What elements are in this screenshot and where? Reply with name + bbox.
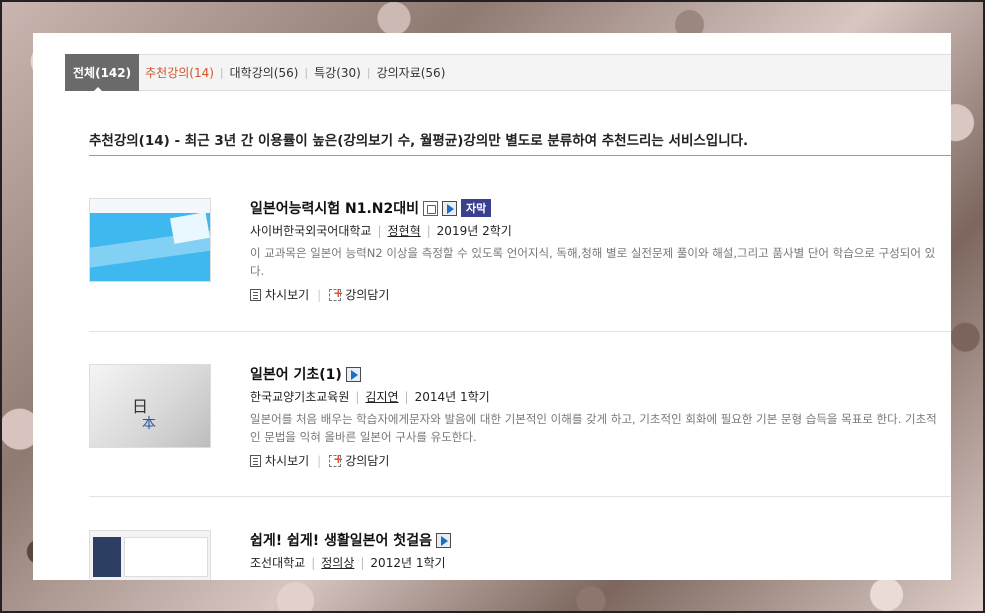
meta-separator: | <box>355 389 360 404</box>
tab-materials[interactable]: 강의자료(56) <box>371 64 452 81</box>
view-chapters-button[interactable]: 차시보기 <box>250 452 309 469</box>
meta-separator: | <box>377 223 382 238</box>
section-description: 추천강의(14) - 최근 3년 간 이용률이 높은(강의보기 수, 월평균)강… <box>89 133 749 149</box>
add-course-label: 강의담기 <box>345 454 390 468</box>
tab-all[interactable]: 전체(142) <box>65 53 140 92</box>
course-university: 한국교양기초교육원 <box>250 390 350 404</box>
tab-university[interactable]: 대학강의(56) <box>224 64 305 81</box>
course-meta: 조선대학교 | 정의상 | 2012년 1학기 <box>250 554 446 571</box>
add-course-button[interactable]: 강의담기 <box>329 452 389 469</box>
content-panel: 전체(142) 추천강의(14) | 대학강의(56) | 특강(30) | 강… <box>33 33 951 580</box>
course-professor[interactable]: 정현혁 <box>388 222 421 239</box>
add-course-label: 강의담기 <box>345 288 390 302</box>
course-meta: 사이버한국외국어대학교 | 정현혁 | 2019년 2학기 <box>250 222 512 239</box>
category-tabs: 전체(142) 추천강의(14) | 대학강의(56) | 특강(30) | 강… <box>65 53 951 92</box>
course-university: 사이버한국외국어대학교 <box>250 224 372 238</box>
course-actions: 차시보기 | 강의담기 <box>250 452 389 469</box>
course-item: 일본어능력시험 N1.N2대비 자막 사이버한국외국어대학교 | 정현혁 | 2… <box>89 198 951 308</box>
course-term: 2012년 1학기 <box>370 556 446 570</box>
add-course-button[interactable]: 강의담기 <box>329 286 389 303</box>
course-title[interactable]: 쉽게! 쉽게! 생활일본어 첫걸음 <box>250 530 432 550</box>
add-icon <box>329 286 343 301</box>
view-chapters-button[interactable]: 차시보기 <box>250 286 309 303</box>
subtitle-badge: 자막 <box>461 199 492 217</box>
meta-separator: | <box>404 389 409 404</box>
course-professor[interactable]: 김지연 <box>365 388 398 405</box>
meta-separator: | <box>360 555 365 570</box>
course-thumbnail[interactable]: 日 本 <box>89 364 211 448</box>
view-chapters-label: 차시보기 <box>265 288 310 302</box>
pdf-icon[interactable] <box>423 200 439 216</box>
action-separator: | <box>317 453 322 468</box>
course-item: 日 本 일본어 기초(1) 한국교양기초교육원 | 김지연 | 2014년 1학… <box>89 364 951 474</box>
course-thumbnail[interactable] <box>89 198 211 282</box>
course-term: 2019년 2학기 <box>436 224 512 238</box>
course-title-row: 일본어능력시험 N1.N2대비 자막 <box>250 198 492 218</box>
item-divider <box>89 331 951 332</box>
meta-separator: | <box>311 555 316 570</box>
course-meta: 한국교양기초교육원 | 김지연 | 2014년 1학기 <box>250 388 490 405</box>
thumbnail-decoration <box>124 537 208 577</box>
course-professor[interactable]: 정의상 <box>321 554 354 571</box>
course-summary: 일본어를 처음 배우는 학습자에게문자와 발음에 대한 기본적인 이해를 갖게 … <box>250 412 937 444</box>
tab-special[interactable]: 특강(30) <box>308 64 367 81</box>
thumbnail-decoration: 本 <box>142 416 156 432</box>
list-icon <box>250 454 261 467</box>
course-summary: 이 교과목은 일본어 능력N2 이상을 측정할 수 있도록 언어지식, 독해,청… <box>250 246 936 278</box>
play-icon[interactable] <box>442 200 458 216</box>
action-separator: | <box>317 287 322 302</box>
tab-recommended[interactable]: 추천강의(14) <box>139 64 220 81</box>
course-title[interactable]: 일본어능력시험 N1.N2대비 <box>250 198 419 218</box>
course-thumbnail[interactable] <box>89 530 211 580</box>
course-item: 쉽게! 쉽게! 생활일본어 첫걸음 조선대학교 | 정의상 | 2012년 1학… <box>89 530 951 580</box>
course-university: 조선대학교 <box>250 556 306 570</box>
description-divider <box>89 155 951 156</box>
course-title-row: 쉽게! 쉽게! 생활일본어 첫걸음 <box>250 530 451 550</box>
course-title-row: 일본어 기초(1) <box>250 364 361 384</box>
view-chapters-label: 차시보기 <box>265 454 310 468</box>
course-term: 2014년 1학기 <box>414 390 490 404</box>
course-title[interactable]: 일본어 기초(1) <box>250 364 342 384</box>
thumbnail-decoration <box>93 537 121 577</box>
list-icon <box>250 288 261 301</box>
meta-separator: | <box>426 223 431 238</box>
add-icon <box>329 452 343 467</box>
course-actions: 차시보기 | 강의담기 <box>250 286 389 303</box>
play-icon[interactable] <box>345 366 361 382</box>
play-icon[interactable] <box>435 532 451 548</box>
item-divider <box>89 496 951 497</box>
